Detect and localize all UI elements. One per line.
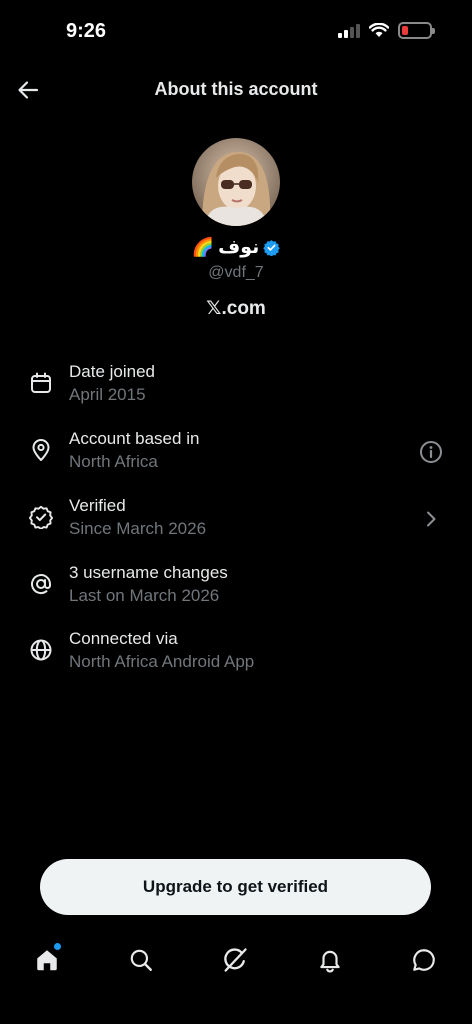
wifi-icon: [369, 23, 389, 37]
bell-icon: [320, 950, 340, 973]
row-connected-via: Connected via North Africa Android App: [0, 619, 472, 685]
nav-grok[interactable]: [218, 943, 252, 977]
nav-home[interactable]: [30, 943, 64, 977]
notification-dot: [54, 943, 61, 950]
row-text: Account based in North Africa: [69, 428, 199, 474]
display-name: نوف: [218, 236, 260, 258]
row-title: Connected via: [69, 629, 178, 648]
handle: @vdf_7: [208, 264, 264, 281]
name-row: 🌈 نوف: [0, 236, 472, 258]
row-verified[interactable]: Verified Since March 2026: [0, 486, 472, 552]
globe-icon: [26, 635, 56, 665]
site-suffix: .com: [221, 298, 266, 319]
verified-badge-icon: [26, 502, 56, 532]
signal-icon: [338, 23, 360, 38]
battery-icon: [398, 22, 435, 39]
location-pin-icon: [26, 435, 56, 465]
nav-search[interactable]: [124, 943, 158, 977]
row-subtitle: April 2015: [69, 385, 146, 404]
nav-messages[interactable]: [407, 943, 441, 977]
bottom-nav: [0, 935, 472, 985]
row-username-changes: 3 username changes Last on March 2026: [0, 553, 472, 619]
status-icons: [338, 22, 435, 39]
status-bar: 9:26: [0, 0, 472, 64]
row-subtitle: North Africa Android App: [69, 652, 255, 671]
row-account-based-in: Account based in North Africa: [0, 419, 472, 485]
info-icon[interactable]: [418, 439, 444, 465]
row-title: Verified: [69, 496, 126, 515]
home-icon: [37, 950, 57, 971]
row-subtitle: North Africa: [69, 452, 158, 471]
upgrade-button[interactable]: Upgrade to get verified: [40, 859, 431, 915]
row-title: Account based in: [69, 429, 200, 448]
rainbow-emoji: 🌈: [191, 236, 215, 257]
row-text: Connected via North Africa Android App: [69, 628, 254, 674]
header: About this account: [0, 64, 472, 116]
row-text: Verified Since March 2026: [69, 495, 206, 541]
chevron-right-icon[interactable]: [418, 506, 444, 532]
messages-icon: [413, 949, 435, 971]
page-title: About this account: [154, 79, 318, 99]
row-date-joined: Date joined April 2015: [0, 352, 472, 418]
x-logo-glyph: 𝕏: [206, 297, 222, 319]
avatar[interactable]: [192, 138, 280, 226]
row-subtitle: Since March 2026: [69, 519, 207, 538]
row-text: Date joined April 2015: [69, 361, 155, 407]
row-title: Date joined: [69, 362, 156, 381]
row-text: 3 username changes Last on March 2026: [69, 562, 228, 608]
avatar-image: [192, 138, 280, 226]
row-title: 3 username changes: [69, 563, 228, 582]
at-sign-icon: [26, 569, 56, 599]
search-icon: [130, 949, 152, 971]
row-subtitle: Last on March 2026: [69, 586, 220, 605]
grok-icon: [224, 948, 247, 972]
nav-notifications[interactable]: [313, 943, 347, 977]
calendar-icon: [26, 368, 56, 398]
status-time: 9:26: [66, 20, 107, 42]
site-label: 𝕏.com: [0, 297, 472, 320]
verified-check-icon: [263, 239, 280, 256]
